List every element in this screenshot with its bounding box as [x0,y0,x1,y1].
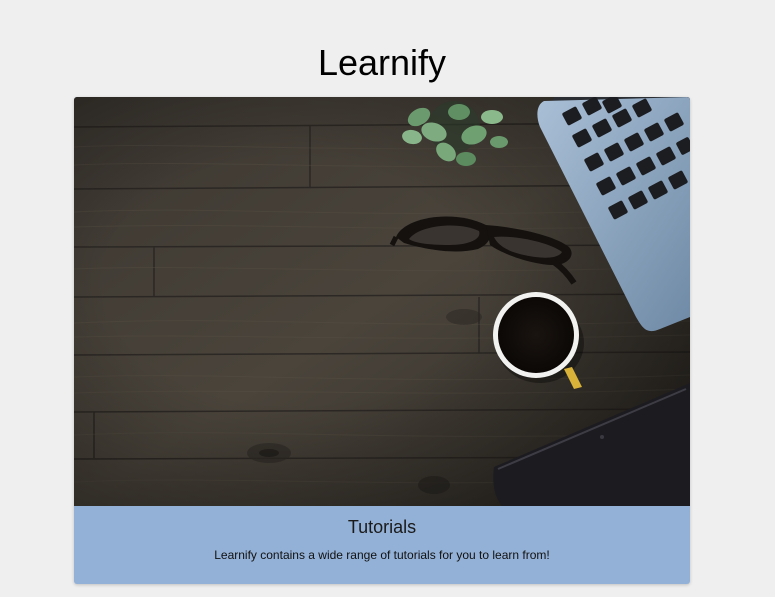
hero-image [74,97,690,506]
card-title: Tutorials [347,517,417,537]
tutorials-card: Tutorials Learnify contains a wide range… [74,97,690,584]
card-body: Tutorials Learnify contains a wide range… [74,506,690,584]
card-description: Learnify contains a wide range of tutori… [214,548,550,562]
page-title: Learnify [317,42,447,83]
